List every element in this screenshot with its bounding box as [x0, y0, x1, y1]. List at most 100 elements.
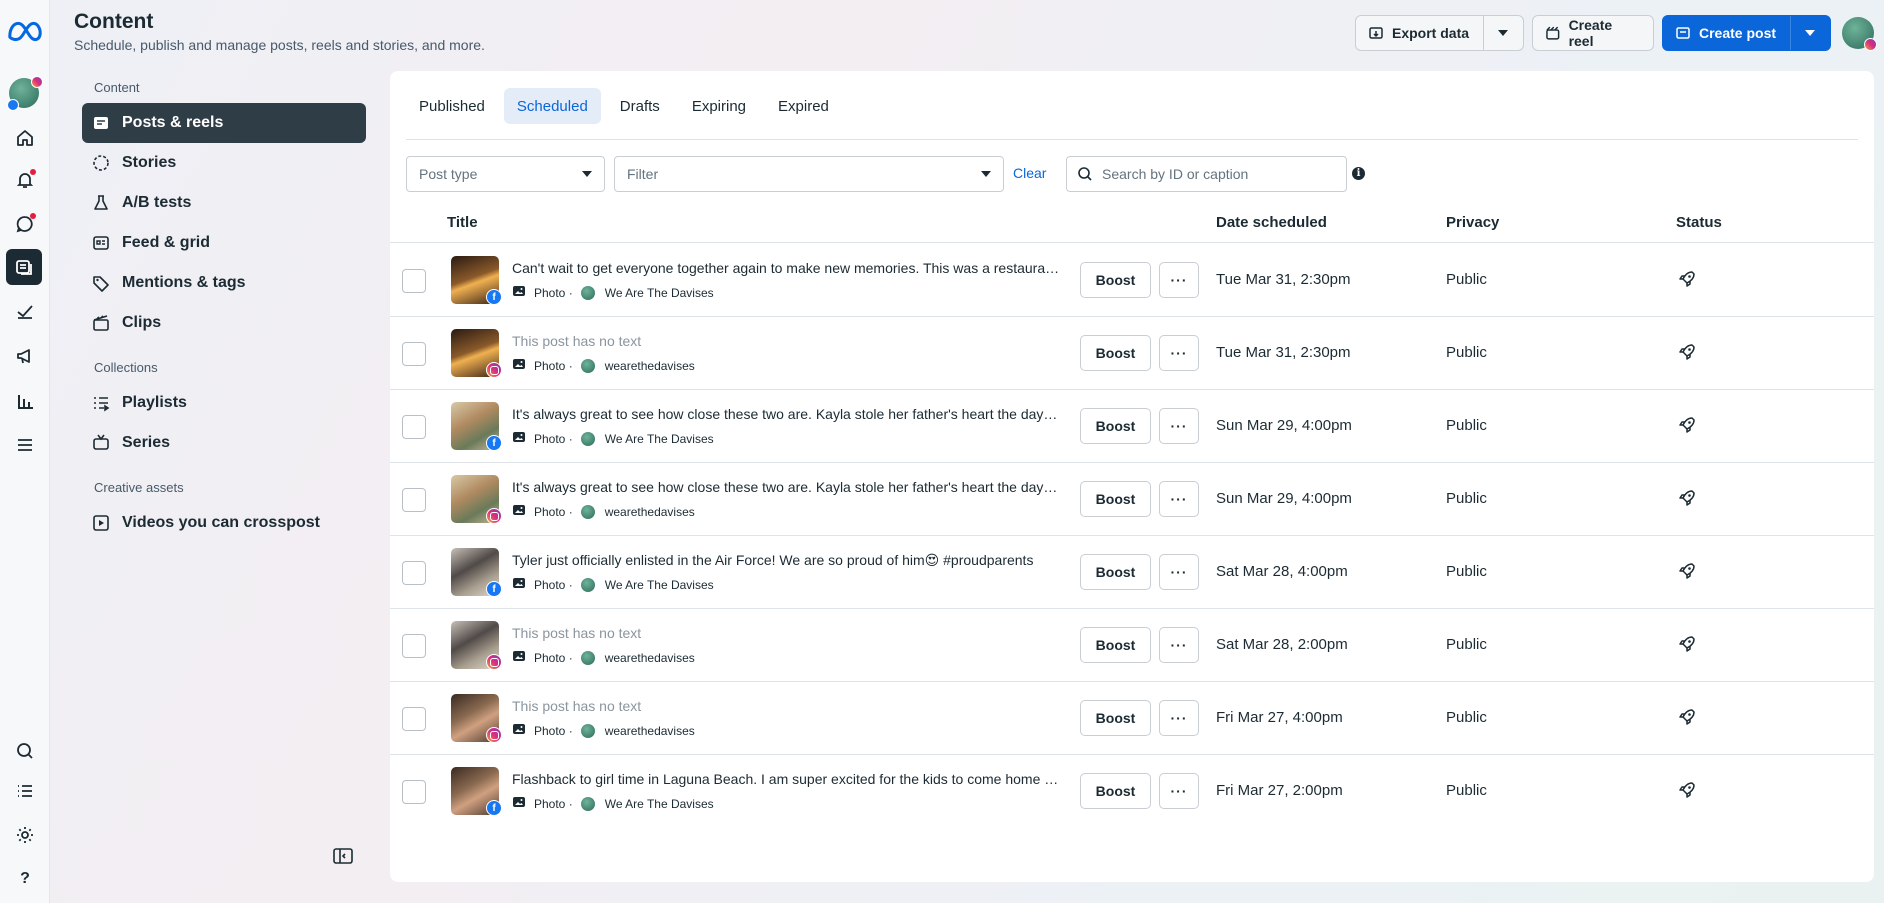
- date-scheduled: Fri Mar 27, 4:00pm: [1216, 709, 1343, 726]
- nav-clips[interactable]: Clips: [82, 303, 366, 343]
- boost-button[interactable]: Boost: [1080, 408, 1151, 444]
- nav-series[interactable]: Series: [82, 423, 366, 463]
- row-checkbox[interactable]: [402, 269, 426, 293]
- tab-drafts[interactable]: Drafts: [607, 88, 673, 124]
- page-avatar-icon: [580, 358, 595, 373]
- nav-ab-tests[interactable]: A/B tests: [82, 183, 366, 223]
- info-icon[interactable]: i: [1352, 167, 1365, 180]
- page-avatar[interactable]: [7, 76, 43, 111]
- more-options-button[interactable]: ···: [1159, 408, 1199, 444]
- nav-feed-grid[interactable]: Feed & grid: [82, 223, 366, 263]
- nav-mentions-tags-label: Mentions & tags: [122, 274, 246, 291]
- table-row[interactable]: f Tyler just officially enlisted in the A…: [390, 536, 1874, 609]
- list-icon[interactable]: [11, 777, 39, 805]
- post-caption[interactable]: It's always great to see how close these…: [512, 406, 1060, 422]
- notifications-icon[interactable]: [11, 166, 39, 194]
- settings-gear-icon[interactable]: [11, 821, 39, 849]
- nav-stories[interactable]: Stories: [82, 143, 366, 183]
- boost-button[interactable]: Boost: [1080, 262, 1151, 298]
- tab-scheduled[interactable]: Scheduled: [503, 88, 601, 124]
- row-checkbox[interactable]: [402, 634, 426, 658]
- boost-button[interactable]: Boost: [1080, 700, 1151, 736]
- boost-button[interactable]: Boost: [1080, 773, 1151, 809]
- more-options-button[interactable]: ···: [1159, 773, 1199, 809]
- table-row[interactable]: f It's always great to see how close thes…: [390, 390, 1874, 463]
- page-name: wearethedavises: [604, 504, 695, 519]
- export-dropdown-button[interactable]: [1483, 16, 1521, 50]
- help-icon[interactable]: ?: [11, 865, 39, 893]
- post-type: Photo ·: [534, 504, 573, 519]
- row-checkbox[interactable]: [402, 561, 426, 585]
- col-title[interactable]: Title: [447, 214, 478, 231]
- table-row[interactable]: This post has no text Photo · wearethedavi…: [390, 682, 1874, 755]
- table-row[interactable]: f Can't wait to get everyone together aga…: [390, 244, 1874, 317]
- boost-button[interactable]: Boost: [1080, 554, 1151, 590]
- create-reel-label: Create reel: [1568, 17, 1613, 49]
- menu-icon[interactable]: [11, 431, 39, 459]
- post-type-label: Post type: [419, 166, 478, 182]
- chevron-down-icon: [1804, 30, 1815, 36]
- clear-filters-link[interactable]: Clear: [1013, 165, 1046, 181]
- row-checkbox[interactable]: [402, 780, 426, 804]
- table-row[interactable]: It's always great to see how close these…: [390, 463, 1874, 536]
- more-options-button[interactable]: ···: [1159, 481, 1199, 517]
- filter-select[interactable]: Filter: [614, 156, 1004, 192]
- create-reel-button[interactable]: Create reel: [1532, 15, 1654, 51]
- tab-expiring[interactable]: Expiring: [679, 88, 759, 124]
- row-checkbox[interactable]: [402, 415, 426, 439]
- boost-button[interactable]: Boost: [1080, 627, 1151, 663]
- boost-button[interactable]: Boost: [1080, 335, 1151, 371]
- photo-icon: [512, 576, 534, 593]
- post-caption[interactable]: This post has no text: [512, 698, 1060, 714]
- post-caption[interactable]: This post has no text: [512, 333, 1060, 349]
- post-type: Photo ·: [534, 577, 573, 592]
- nav-playlists[interactable]: Playlists: [82, 383, 366, 423]
- meta-logo-icon[interactable]: [6, 16, 44, 46]
- nav-mentions-tags[interactable]: Mentions & tags: [82, 263, 366, 303]
- more-options-button[interactable]: ···: [1159, 335, 1199, 371]
- boost-button[interactable]: Boost: [1080, 481, 1151, 517]
- search-input[interactable]: Search by ID or caption: [1066, 156, 1347, 192]
- page-subtitle: Schedule, publish and manage posts, reel…: [74, 37, 485, 53]
- export-data-button[interactable]: Export data: [1355, 15, 1524, 51]
- post-type-select[interactable]: Post type: [406, 156, 605, 192]
- table-row[interactable]: This post has no text Photo · wearethedavi…: [390, 317, 1874, 390]
- col-privacy[interactable]: Privacy: [1446, 214, 1499, 231]
- collapse-sidebar-icon[interactable]: [333, 847, 355, 865]
- nav-posts-reels[interactable]: Posts & reels: [82, 103, 366, 143]
- ads-icon[interactable]: [11, 342, 39, 370]
- col-date-scheduled[interactable]: Date scheduled: [1216, 214, 1327, 231]
- tab-published[interactable]: Published: [406, 88, 498, 124]
- tab-expired[interactable]: Expired: [765, 88, 842, 124]
- post-caption[interactable]: This post has no text: [512, 625, 1060, 641]
- post-caption[interactable]: It's always great to see how close these…: [512, 479, 1060, 495]
- more-options-button[interactable]: ···: [1159, 627, 1199, 663]
- insights-icon[interactable]: [11, 387, 39, 415]
- table-row[interactable]: f Flashback to girl time in Laguna Beach.…: [390, 755, 1874, 828]
- page-name: wearethedavises: [604, 650, 695, 665]
- date-scheduled: Sun Mar 29, 4:00pm: [1216, 490, 1352, 507]
- privacy-value: Public: [1446, 636, 1487, 653]
- post-type: Photo ·: [534, 723, 573, 738]
- content-icon[interactable]: [6, 249, 42, 285]
- post-caption[interactable]: Can't wait to get everyone together agai…: [512, 260, 1060, 276]
- search-icon[interactable]: [11, 737, 39, 765]
- home-icon[interactable]: [11, 124, 39, 152]
- create-post-button[interactable]: Create post: [1662, 15, 1831, 51]
- post-caption[interactable]: Tyler just officially enlisted in the Ai…: [512, 552, 1060, 569]
- row-checkbox[interactable]: [402, 342, 426, 366]
- planner-icon[interactable]: [11, 298, 39, 326]
- nav-videos-crosspost[interactable]: Videos you can crosspost: [82, 503, 366, 543]
- more-options-button[interactable]: ···: [1159, 700, 1199, 736]
- row-checkbox[interactable]: [402, 707, 426, 731]
- more-options-button[interactable]: ···: [1159, 554, 1199, 590]
- profile-avatar[interactable]: [1842, 17, 1877, 51]
- create-post-dropdown-button[interactable]: [1790, 16, 1828, 50]
- table-row[interactable]: This post has no text Photo · wearethedavi…: [390, 609, 1874, 682]
- page-avatar-icon: [580, 431, 595, 446]
- inbox-icon[interactable]: [11, 210, 39, 238]
- more-options-button[interactable]: ···: [1159, 262, 1199, 298]
- col-status[interactable]: Status: [1676, 214, 1722, 231]
- row-checkbox[interactable]: [402, 488, 426, 512]
- post-caption[interactable]: Flashback to girl time in Laguna Beach. …: [512, 771, 1060, 787]
